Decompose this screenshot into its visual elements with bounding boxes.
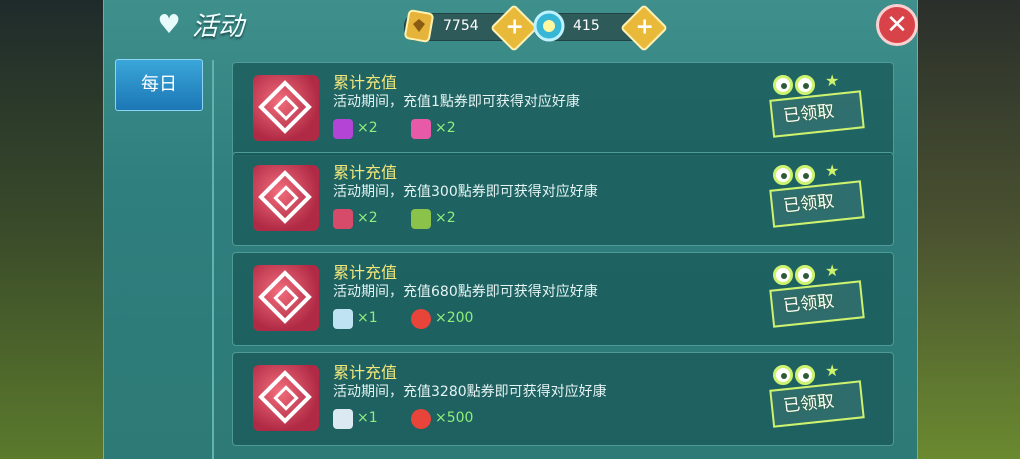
balloon-icon: ♥ <box>157 10 181 40</box>
voucher-amount: 7754 <box>443 18 479 34</box>
card-description: 活动期间，充值3280點券即可获得对应好康 <box>333 384 607 400</box>
gem-voucher-icon <box>401 8 437 44</box>
purple-gem-icon <box>333 119 353 139</box>
coin-amount: 415 <box>573 18 600 34</box>
activity-card: 累计充值 活动期间，充值1點券即可获得对应好康 ×2 ×2 ★ 已领取 <box>232 62 894 156</box>
close-button[interactable]: ✕ <box>876 4 918 46</box>
card-title: 累计充值 <box>333 163 398 182</box>
add-coin-button[interactable]: + <box>619 3 669 53</box>
card-description: 活动期间，充值1點券即可获得对应好康 <box>333 94 580 110</box>
red-crystal-icon <box>333 209 353 229</box>
activity-card: 累计充值 活动期间，充值300點券即可获得对应好康 ×2 ×2 ★ 已领取 <box>232 152 894 246</box>
recharge-gem-icon <box>253 365 319 431</box>
tab-daily[interactable]: 每日 <box>115 59 203 111</box>
card-title: 累计充值 <box>333 363 398 382</box>
recharge-gem-icon <box>253 265 319 331</box>
blue-pet-icon <box>333 309 353 329</box>
card-title: 累计充值 <box>333 73 398 92</box>
claimed-stamp: ★ 已领取 <box>761 261 865 331</box>
page-title: 活动 <box>192 12 245 42</box>
claimed-stamp: ★ 已领取 <box>761 161 865 231</box>
currency-voucher: 7754 + <box>404 3 539 53</box>
feather-quill-icon <box>333 409 353 429</box>
currency-coin: 415 + <box>533 3 669 53</box>
recharge-gem-icon <box>253 165 319 231</box>
claimed-stamp: ★ 已领取 <box>761 361 865 431</box>
activity-card: 累计充值 活动期间，充值3280點券即可获得对应好康 ×1 ×500 ★ 已领取 <box>232 352 894 446</box>
background-left <box>0 0 105 459</box>
red-orb-icon <box>411 309 431 329</box>
gift-box-icon <box>411 209 431 229</box>
claimed-stamp: ★ 已领取 <box>761 71 865 141</box>
activity-card: 累计充值 活动期间，充值680點券即可获得对应好康 ×1 ×200 ★ 已领取 <box>232 252 894 346</box>
card-description: 活动期间，充值300點券即可获得对应好康 <box>333 184 598 200</box>
sun-coin-icon <box>531 8 567 44</box>
pink-chest-icon <box>411 119 431 139</box>
background-right <box>915 0 1020 459</box>
sidebar-divider <box>212 60 214 459</box>
card-title: 累计充值 <box>333 263 398 282</box>
activity-panel: ♥ 活动 7754 + 415 + ✕ 每日 累计充值 活动期间，充值1點券即可… <box>103 0 918 459</box>
red-orb-icon <box>411 409 431 429</box>
card-description: 活动期间，充值680點券即可获得对应好康 <box>333 284 598 300</box>
header: ♥ 活动 7754 + 415 + ✕ <box>104 0 918 53</box>
recharge-gem-icon <box>253 75 319 141</box>
